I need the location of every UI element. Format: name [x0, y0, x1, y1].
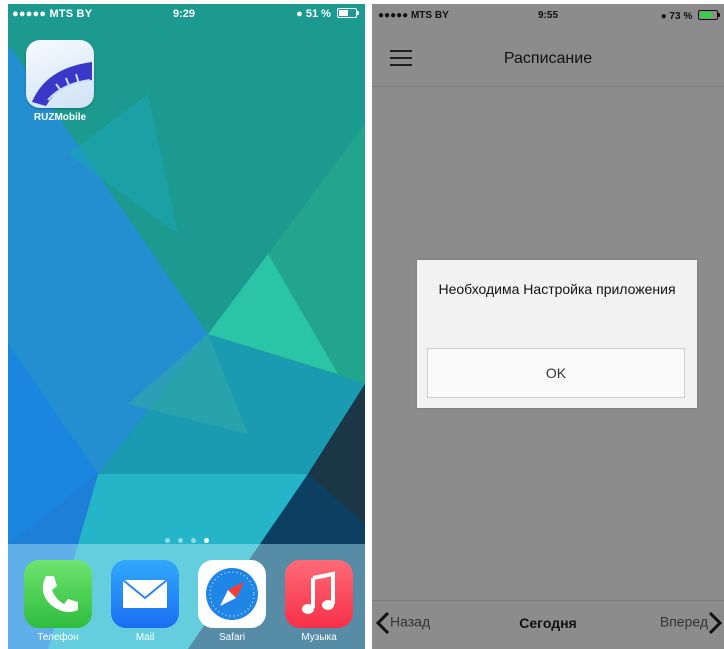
nav-bar: Расписание: [372, 26, 724, 87]
battery-percent: 73 %: [669, 11, 693, 22]
forward-button[interactable]: Вперед: [660, 612, 722, 634]
phone-icon: [42, 576, 78, 612]
app-label: RUZMobile: [33, 112, 87, 123]
page-title: Расписание: [503, 50, 593, 67]
dock-label-safari: Safari: [218, 632, 246, 643]
bottom-nav: Назад Сегодня Вперед: [372, 600, 724, 649]
status-bar: ●●●●● MTS BY 9:29 ● 51 %: [8, 4, 365, 24]
mail-app[interactable]: [111, 560, 179, 628]
battery-indicator: ● 51 %: [296, 8, 359, 20]
battery-icon: [698, 10, 720, 20]
alert-message: Необходима Настройка приложения: [438, 281, 676, 297]
safari-icon: [206, 568, 258, 620]
forward-label: Вперед: [659, 613, 708, 630]
battery-icon: [337, 8, 359, 18]
carrier-label: ●●●●● MTS BY: [378, 10, 449, 21]
dock-label-music: Музыка: [301, 632, 337, 643]
lock-rotation-icon: ●: [296, 8, 303, 20]
status-bar: ●●●●● MTS BY 9:55 ● 73 %: [372, 4, 724, 26]
chevron-right-icon: [708, 612, 722, 634]
page-dot: [177, 538, 183, 543]
mail-icon: [122, 579, 168, 608]
ruz-app-screen: ●●●●● MTS BY 9:55 ● 73 % Расписание Необ…: [372, 4, 724, 649]
music-icon: [302, 571, 335, 614]
page-dot-active: [203, 538, 209, 543]
clock: 9:29: [173, 8, 196, 20]
home-screen: ●●●●● MTS BY 9:29 ● 51 % RUZMobile Телеф…: [8, 4, 365, 649]
ruzmobile-app-icon[interactable]: [26, 40, 94, 108]
dock-label-phone: Телефон: [37, 632, 79, 643]
dock: Телефон Mail Safari Музыка: [8, 544, 365, 649]
page-dot: [164, 538, 170, 543]
carrier-label: ●●●●● MTS BY: [12, 8, 93, 20]
safari-app[interactable]: [198, 560, 266, 628]
lock-rotation-icon: ●: [660, 11, 667, 22]
phone-app[interactable]: [24, 560, 92, 628]
music-app[interactable]: [285, 560, 353, 628]
ok-button[interactable]: OK: [427, 348, 685, 398]
battery-percent: 51 %: [305, 8, 331, 20]
page-dot: [190, 538, 196, 543]
battery-indicator: ● 73 %: [660, 10, 720, 22]
clock: 9:55: [538, 10, 559, 21]
dock-label-mail: Mail: [135, 632, 155, 643]
alert-dialog: Необходима Настройка приложения OK: [417, 260, 697, 408]
